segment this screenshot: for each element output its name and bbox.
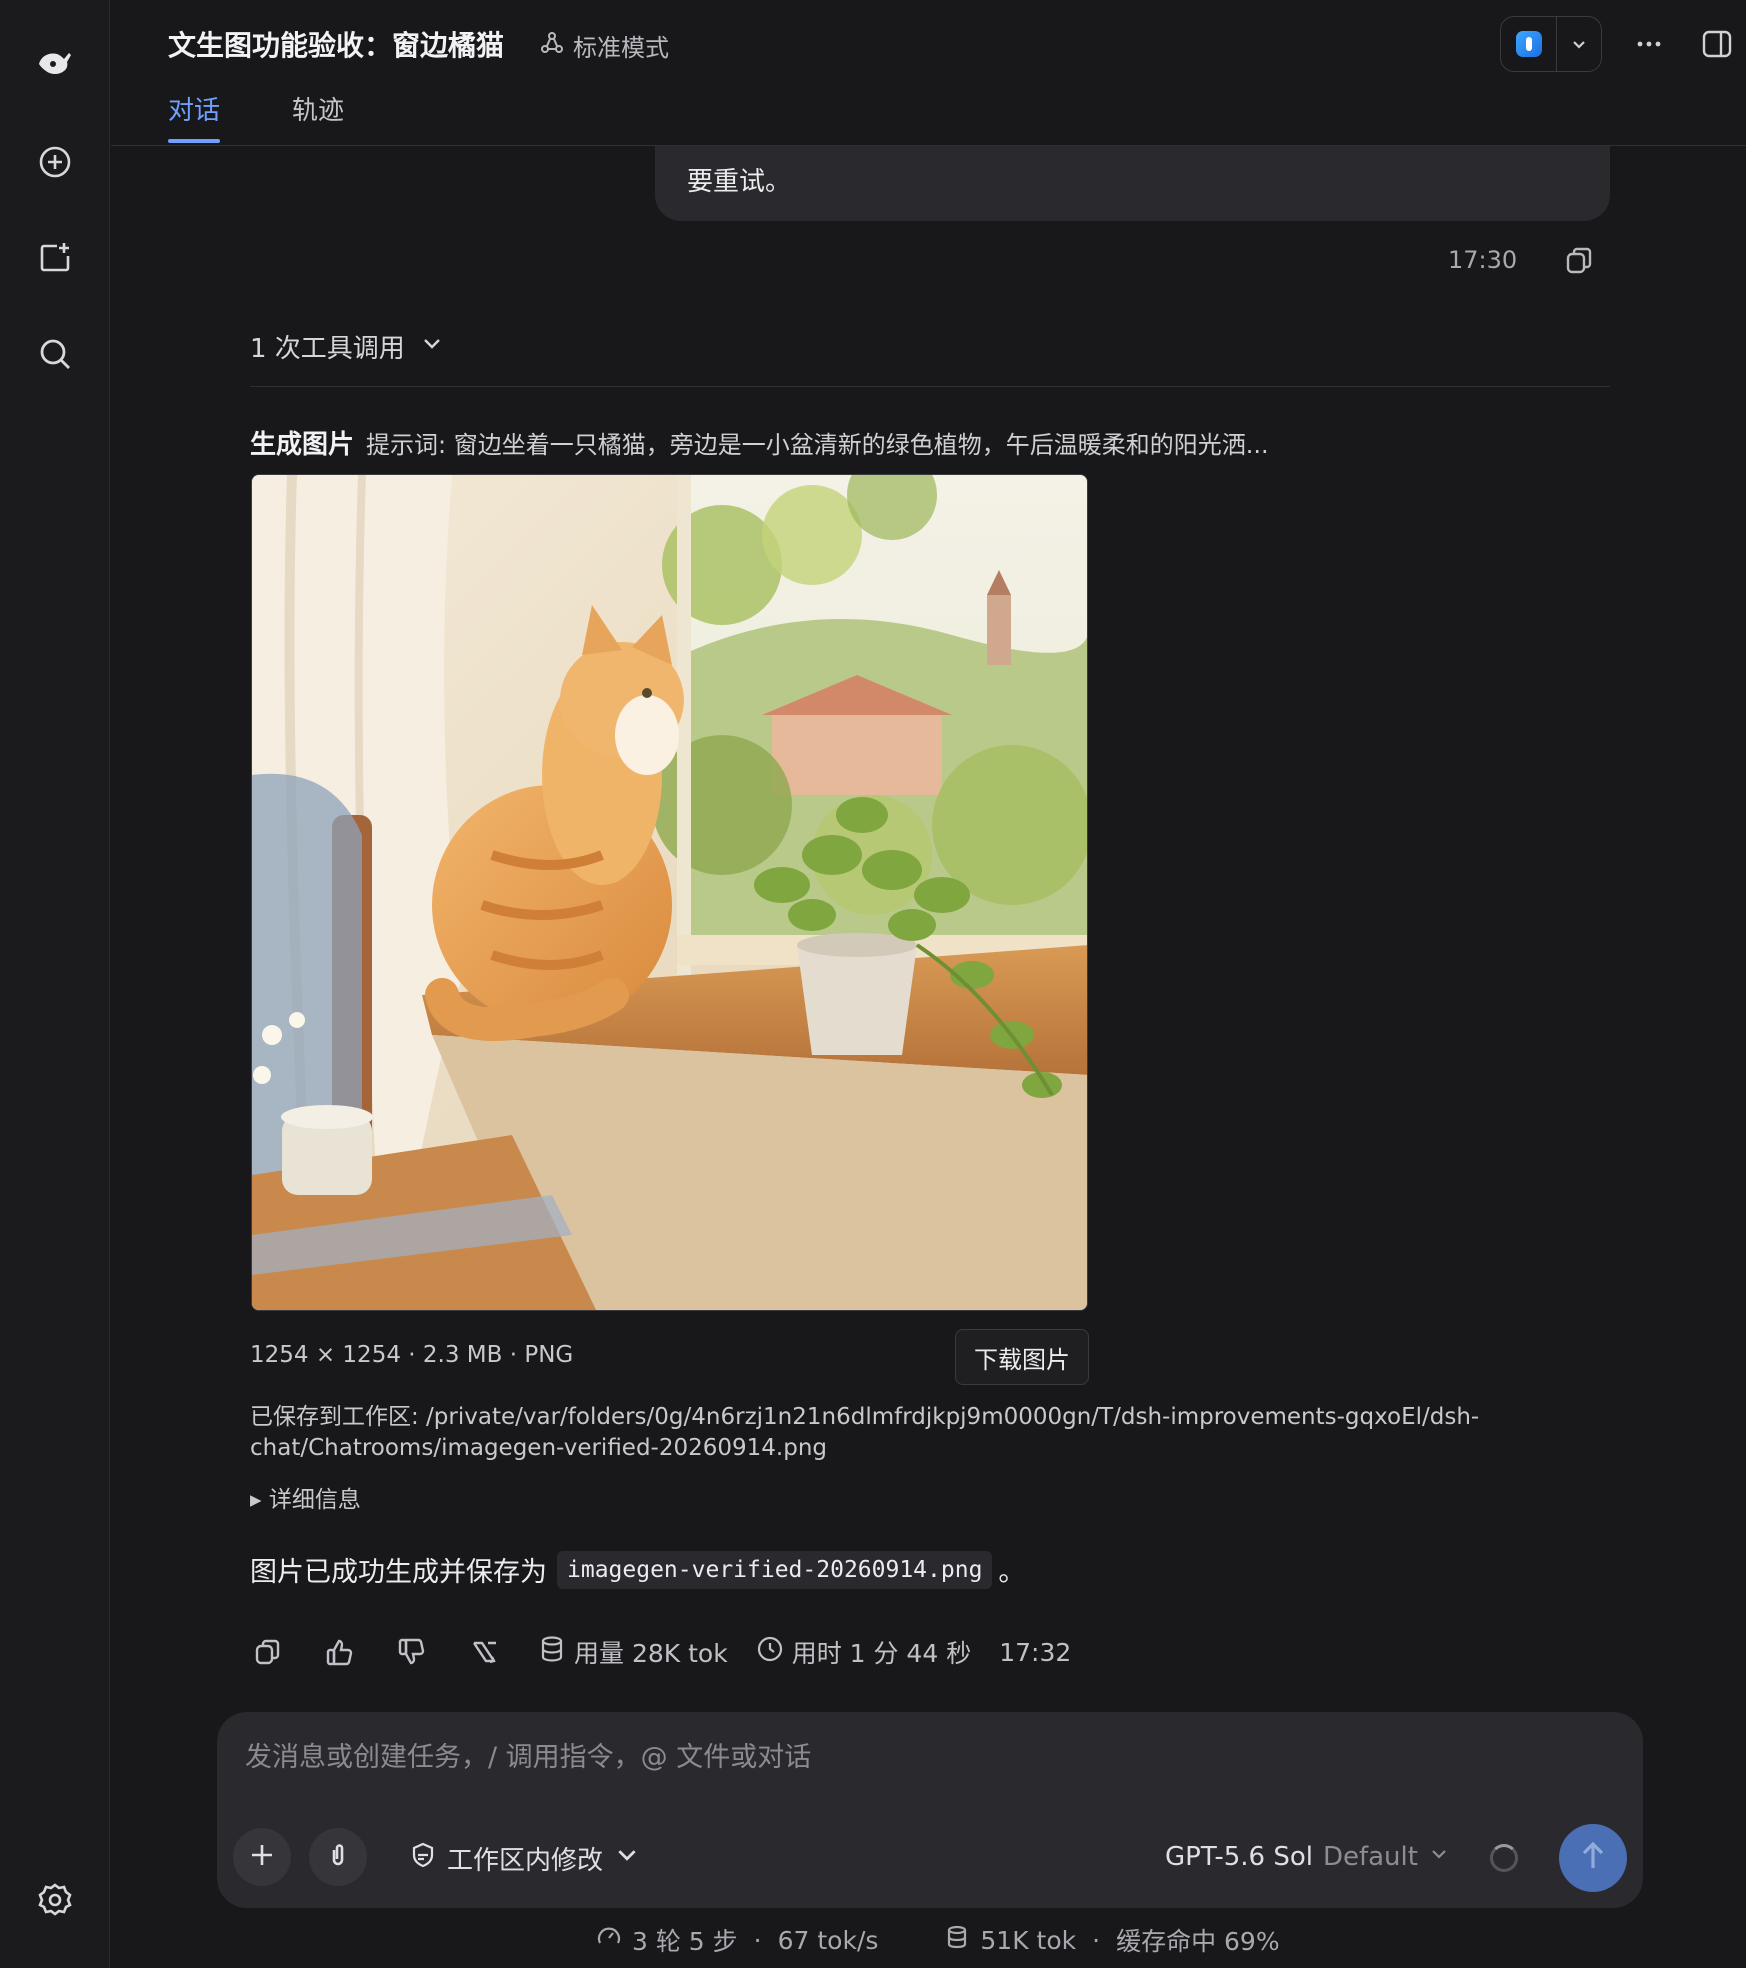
database-icon bbox=[538, 1635, 566, 1669]
send-button[interactable] bbox=[1559, 1824, 1627, 1892]
tool-call-summary: 生成图片 提示词: 窗边坐着一只橘猫，旁边是一小盆清新的绿色植物，午后温暖柔和的阳… bbox=[250, 424, 1269, 461]
app-icon[interactable] bbox=[1501, 17, 1557, 71]
result-prefix: 图片已成功生成并保存为 bbox=[250, 1557, 547, 1588]
image-meta: 1254 × 1254 · 2.3 MB · PNG bbox=[250, 1342, 574, 1368]
search-icon[interactable] bbox=[25, 324, 85, 384]
message-input[interactable] bbox=[245, 1734, 1545, 1780]
usage-label: 用量 28K tok bbox=[574, 1639, 728, 1668]
mode-label: 标准模式 bbox=[573, 34, 669, 62]
chevron-down-icon[interactable] bbox=[1557, 35, 1601, 53]
model-select[interactable]: GPT-5.6 Sol Default bbox=[1165, 1842, 1450, 1872]
logo-icon[interactable] bbox=[25, 34, 85, 94]
generated-image[interactable] bbox=[251, 474, 1088, 1311]
user-message-time: 17:30 bbox=[1448, 246, 1518, 274]
plus-button[interactable] bbox=[233, 1828, 291, 1886]
chevron-down-icon bbox=[613, 1841, 641, 1876]
attach-button[interactable] bbox=[309, 1828, 367, 1886]
message-actions: 用量 28K tok 用时 1 分 44 秒 17:32 bbox=[250, 1630, 1099, 1674]
sidebar-toggle-icon[interactable] bbox=[1697, 24, 1737, 64]
page-title: 文生图功能验收：窗边橘猫 bbox=[168, 29, 505, 62]
mode-icon bbox=[539, 30, 565, 62]
mode-indicator[interactable]: 标准模式 bbox=[539, 28, 669, 63]
tool-prompt: 提示词: 窗边坐着一只橘猫，旁边是一小盆清新的绿色植物，午后温暖柔和的阳光洒..… bbox=[366, 431, 1269, 459]
app-switcher[interactable] bbox=[1500, 16, 1602, 72]
tool-calls-toggle[interactable]: 1 次工具调用 bbox=[250, 328, 445, 365]
model-name: GPT-5.6 Sol bbox=[1165, 1842, 1313, 1872]
settings-icon[interactable] bbox=[25, 1870, 85, 1930]
cache-stat: 缓存命中 69% bbox=[1116, 1927, 1280, 1956]
clock-icon bbox=[756, 1635, 784, 1669]
left-rail bbox=[0, 0, 110, 1968]
chevron-down-icon bbox=[419, 330, 445, 363]
tab-bar: 对话 轨迹 bbox=[168, 90, 344, 143]
user-message-text: 要重试。 bbox=[687, 167, 792, 197]
gauge-icon bbox=[596, 1924, 622, 1956]
shield-icon bbox=[409, 1841, 437, 1876]
composer: 工作区内修改 GPT-5.6 Sol Default bbox=[217, 1712, 1643, 1908]
new-folder-icon[interactable] bbox=[25, 228, 85, 288]
dislike-icon[interactable] bbox=[394, 1634, 430, 1670]
saved-path: 已保存到工作区: /private/var/folders/0g/4n6rzj1… bbox=[250, 1404, 1480, 1461]
separator-dot: · bbox=[1092, 1925, 1101, 1955]
result-suffix: 。 bbox=[998, 1557, 1026, 1588]
duration-label: 用时 1 分 44 秒 bbox=[791, 1639, 972, 1668]
message-time: 17:32 bbox=[999, 1637, 1072, 1667]
workspace-mode-label: 工作区内修改 bbox=[447, 1846, 604, 1876]
tool-name: 生成图片 bbox=[250, 430, 355, 460]
tool-calls-label: 1 次工具调用 bbox=[250, 334, 405, 364]
like-icon[interactable] bbox=[322, 1634, 358, 1670]
tab-trajectory[interactable]: 轨迹 bbox=[292, 90, 344, 141]
model-variant: Default bbox=[1322, 1842, 1418, 1872]
session-stats: 3 轮 5 步 · 67 tok/s 51K tok · 缓存命中 69% bbox=[596, 1922, 1280, 1958]
branch-icon[interactable] bbox=[466, 1634, 502, 1670]
header: 文生图功能验收：窗边橘猫 标准模式 对话 轨迹 bbox=[111, 0, 1746, 146]
download-image-button[interactable]: 下载图片 bbox=[955, 1329, 1089, 1385]
separator-dot: · bbox=[753, 1925, 762, 1955]
result-message: 图片已成功生成并保存为 imagegen-verified-20260914.p… bbox=[250, 1550, 1025, 1589]
plus-icon bbox=[247, 1840, 277, 1874]
workspace-mode-select[interactable]: 工作区内修改 bbox=[409, 1840, 641, 1877]
divider bbox=[250, 386, 1610, 387]
tab-chat[interactable]: 对话 bbox=[168, 90, 221, 143]
attach-icon bbox=[323, 1840, 353, 1874]
duration-stat: 用时 1 分 44 秒 bbox=[756, 1634, 972, 1670]
speed-stat: 67 tok/s bbox=[777, 1925, 879, 1955]
copy-icon[interactable] bbox=[1562, 244, 1596, 282]
new-chat-icon[interactable] bbox=[25, 132, 85, 192]
steps-stat: 3 轮 5 步 bbox=[632, 1927, 738, 1956]
details-toggle[interactable]: ▸ 详细信息 bbox=[250, 1480, 361, 1514]
usage-stat: 用量 28K tok bbox=[538, 1634, 728, 1670]
more-icon[interactable] bbox=[1629, 24, 1669, 64]
copy-icon[interactable] bbox=[250, 1634, 286, 1670]
tokens-stat: 51K tok bbox=[980, 1925, 1077, 1955]
send-icon bbox=[1575, 1838, 1611, 1878]
chevron-down-icon bbox=[1428, 1842, 1450, 1872]
database-icon bbox=[944, 1924, 970, 1956]
result-filename: imagegen-verified-20260914.png bbox=[557, 1550, 993, 1589]
loading-spinner-icon bbox=[1490, 1844, 1518, 1872]
